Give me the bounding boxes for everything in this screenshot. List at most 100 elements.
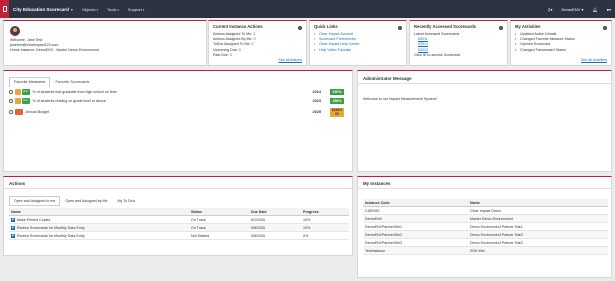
instance-code[interactable]: DemoENV [363,214,468,223]
actions-table: Name Status Due Date Progress Make Print… [9,208,349,241]
count-value[interactable]: 0 [254,37,256,41]
measure-row[interactable]: Doc % of students that graduate from hig… [9,88,349,96]
nav-tools[interactable]: Tools▾ [107,7,119,12]
col-header[interactable]: Instance Code [363,199,468,207]
instance-name: Demo Environment Partner Site2 [468,230,608,239]
panel-title: Actions [9,181,26,186]
nav-support[interactable]: Support▾ [128,7,145,12]
instances-table: Instance Code Name CIDEMO Clear Impact De… [363,199,608,255]
table-row[interactable]: DemoENVPartnerSite1 Demo Environment Part… [363,222,608,231]
table-row[interactable]: Make Printed Copies On Track 6/1/2026 10… [9,215,349,225]
col-header[interactable]: Status [189,208,249,216]
tab-my-todos[interactable]: My To Do's [113,196,141,206]
nav-objects[interactable]: Objects▾ [82,7,98,12]
table-row[interactable]: TestInstance SSH Wei [363,246,608,255]
info-icon[interactable]: i [398,26,402,30]
measure-year: 2023 [312,99,321,103]
action-status: On Track [189,215,249,225]
divider [358,83,611,84]
current-instance-actions-panel: Current Instance Actions i Actions Assig… [208,20,307,66]
measure-type-icon [14,89,21,95]
count-value[interactable]: 0 [252,42,254,46]
measure-value: 100% [330,89,344,95]
measure-badge: Doc [21,98,30,104]
see-all-activities-link[interactable]: See all Activities [581,58,607,62]
count-label: Past Due: [213,52,229,57]
activities-list: Updated Action Details Changed Favorite … [515,32,607,53]
instance-name: Clear Impact Demo [468,206,608,215]
col-header[interactable]: Due Date [249,208,301,216]
see-all-actions-link[interactable]: See all Actions [278,58,302,62]
divider [358,188,611,189]
instance-code[interactable]: DemoENVPartnerSite1 [363,222,468,231]
radio-button[interactable] [9,99,13,103]
measure-badge: Doc [21,89,30,95]
nav-right-group: ⚷▾ DemoENV ▾ 🔔︎ ●▾ [548,0,611,18]
instance-code[interactable]: DemoENVPartnerSite2 [363,230,468,239]
chevron-down-icon: ▾ [117,7,119,12]
measure-row[interactable]: Annual Budget 2025 $248.0 00 [9,107,349,117]
user-avatar-icon[interactable]: ●▾ [607,7,611,12]
measure-type-icon [14,98,21,104]
chevron-down-icon[interactable]: ▾ [71,7,73,12]
table-row[interactable]: DemoENV Master Demo Environment [363,214,608,223]
measure-label[interactable]: % of students reading on grade level or … [33,99,106,103]
count-value[interactable]: 3 [230,53,232,57]
col-header[interactable]: Name [9,208,189,216]
action-due: 6/1/2026 [249,215,301,225]
welcome-panel: Welcome, Jane Test janetest@clearimpact1… [3,20,207,66]
avatar [10,26,20,36]
panel-title: My Instances [363,181,391,186]
measure-year: 2024 [312,90,321,94]
col-header[interactable]: Progress [301,208,349,216]
table-row[interactable]: Review Scorecards for Monthly Data Entry… [9,231,349,241]
actions-tabs: Open and Assigned to me Open and Assigne… [9,196,140,206]
count-label: ToDos Assigned To Me: [213,42,251,47]
edit-icon[interactable] [11,225,15,230]
quick-link[interactable]: Help Video Tutorials [314,48,402,53]
user-menu[interactable]: DemoENV ▾ [561,7,583,12]
edit-icon[interactable] [11,217,15,222]
chevron-down-icon: ▾ [142,7,145,12]
table-row[interactable]: CIDEMO Clear Impact Demo [363,206,608,215]
table-row[interactable]: Review Scorecards for Monthly Data Entry… [9,223,349,233]
count-label: Actions Assigned By Me: [213,37,253,42]
recent-note: Click ID to access Scorecard. [414,52,461,57]
instance-code[interactable]: DemoENVPartnerSite3 [363,238,468,247]
action-name-cell[interactable]: Review Scorecards for Monthly Data Entry [9,231,189,241]
count-value[interactable]: 3 [253,32,255,36]
notification-bell-icon[interactable]: 🔔︎ [592,7,597,12]
tab-favorite-measures[interactable]: Favorite Measures [9,77,51,87]
edit-icon[interactable] [11,233,15,238]
info-icon[interactable]: i [603,26,607,30]
measure-label[interactable]: % of students that graduate from high sc… [33,90,117,94]
action-name-cell[interactable]: Review Scorecards for Monthly Data Entry [9,223,189,233]
app-title[interactable]: City Education Scorecard [13,7,69,12]
info-icon[interactable]: i [499,26,503,30]
table-row[interactable]: DemoENVPartnerSite3 Demo Environment Part… [363,238,608,247]
action-name-cell[interactable]: Make Printed Copies [9,215,189,225]
info-icon[interactable]: i [298,26,302,30]
tab-open-assigned-by-me[interactable]: Open and Assigned by Me [60,196,112,206]
instance-code[interactable]: TestInstance [363,246,468,255]
table-row[interactable]: DemoENVPartnerSite2 Demo Environment Part… [363,230,608,239]
tab-favorite-scorecards[interactable]: Favorite Scorecards [50,77,95,87]
count-value[interactable]: 0 [239,48,241,52]
measure-value: $248.0 00 [330,107,344,117]
col-header[interactable]: Name [468,199,608,207]
action-name: Review Scorecards for Monthly Data Entry [17,225,85,230]
instance-code[interactable]: CIDEMO [363,206,468,215]
my-instances-panel: My Instances Instance Code Name CIDEMO Cl… [357,176,612,278]
home-instance: Home Instance: DemoENV - Master Demo Env… [10,48,100,53]
radio-button[interactable] [9,110,13,114]
measure-row[interactable]: Doc % of students reading on grade level… [9,97,349,105]
tab-open-assigned-to-me[interactable]: Open and Assigned to me [9,196,61,206]
logo-icon [2,6,7,12]
app-logo[interactable] [0,0,9,18]
radio-button[interactable] [9,90,13,94]
panel-title: Administrator Message [363,76,412,81]
action-progress: 10% [301,223,349,233]
measure-label[interactable]: Annual Budget [26,110,50,114]
key-icon[interactable]: ⚷▾ [548,7,553,12]
welcome-text: Welcome, Jane Test janetest@clearimpact1… [10,38,99,54]
